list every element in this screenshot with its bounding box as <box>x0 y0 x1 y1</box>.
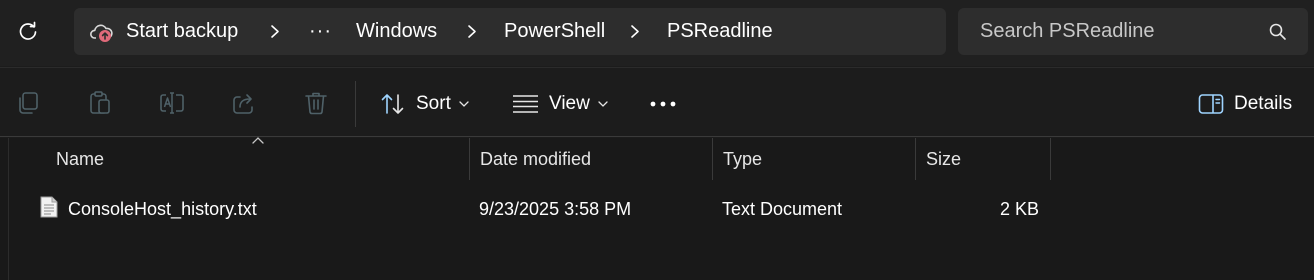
details-label: Details <box>1234 93 1293 114</box>
sort-label: Sort <box>416 93 451 114</box>
chevron-right-icon[interactable] <box>269 23 281 40</box>
breadcrumb-item-windows[interactable]: Windows <box>356 8 437 55</box>
navigation-pane-edge[interactable] <box>8 138 9 280</box>
search-icon[interactable] <box>1268 22 1288 42</box>
more-icon <box>650 101 676 107</box>
table-row[interactable]: ConsoleHost_history.txt 9/23/2025 3:58 P… <box>32 190 1052 228</box>
see-more-button[interactable] <box>646 82 680 126</box>
column-header-name[interactable]: Name <box>46 138 470 180</box>
chevron-down-icon <box>459 101 469 107</box>
view-icon <box>513 95 538 113</box>
file-date-modified: 9/23/2025 3:58 PM <box>479 199 632 219</box>
search-placeholder: Search PSReadline <box>980 20 1155 42</box>
chevron-down-icon <box>598 101 608 107</box>
share-icon[interactable] <box>231 90 257 116</box>
file-name: ConsoleHost_history.txt <box>68 199 257 219</box>
sort-button[interactable]: Sort <box>380 82 469 126</box>
view-label: View <box>549 93 590 114</box>
command-bar-divider <box>355 81 356 127</box>
copy-icon[interactable] <box>16 90 42 116</box>
breadcrumb-item-psreadline[interactable]: PSReadline <box>667 8 773 55</box>
command-bar: Sort View Details <box>0 67 1314 137</box>
refresh-icon <box>19 21 37 40</box>
paste-icon[interactable] <box>87 90 113 116</box>
cloud-upload-icon[interactable] <box>90 21 114 43</box>
file-list: Name Date modified Type Size ConsoleHost… <box>0 137 1314 280</box>
rename-icon[interactable] <box>159 90 185 116</box>
chevron-right-icon[interactable] <box>466 23 478 40</box>
breadcrumb-item-start-backup[interactable]: Start backup <box>126 8 238 55</box>
breadcrumb: Start backup ··· Windows PowerShell PSRe… <box>74 8 946 55</box>
file-type: Text Document <box>722 199 843 219</box>
search-input[interactable]: Search PSReadline <box>958 8 1308 55</box>
column-header-size[interactable]: Size <box>916 138 1051 180</box>
file-size: 2 KB <box>999 199 1039 219</box>
sort-icon <box>381 94 404 114</box>
chevron-right-icon[interactable] <box>629 23 641 40</box>
breadcrumb-overflow-button[interactable]: ··· <box>309 8 332 55</box>
view-button[interactable]: View <box>512 82 608 126</box>
column-header-type[interactable]: Type <box>713 138 916 180</box>
address-bar-row: Start backup ··· Windows PowerShell PSRe… <box>0 0 1314 66</box>
details-pane-button[interactable]: Details <box>1198 82 1292 126</box>
text-file-icon <box>40 196 58 218</box>
delete-icon[interactable] <box>303 90 329 116</box>
column-header-date-modified[interactable]: Date modified <box>470 138 713 180</box>
refresh-button[interactable] <box>8 12 48 52</box>
details-pane-icon <box>1198 94 1224 114</box>
breadcrumb-item-powershell[interactable]: PowerShell <box>504 8 605 55</box>
